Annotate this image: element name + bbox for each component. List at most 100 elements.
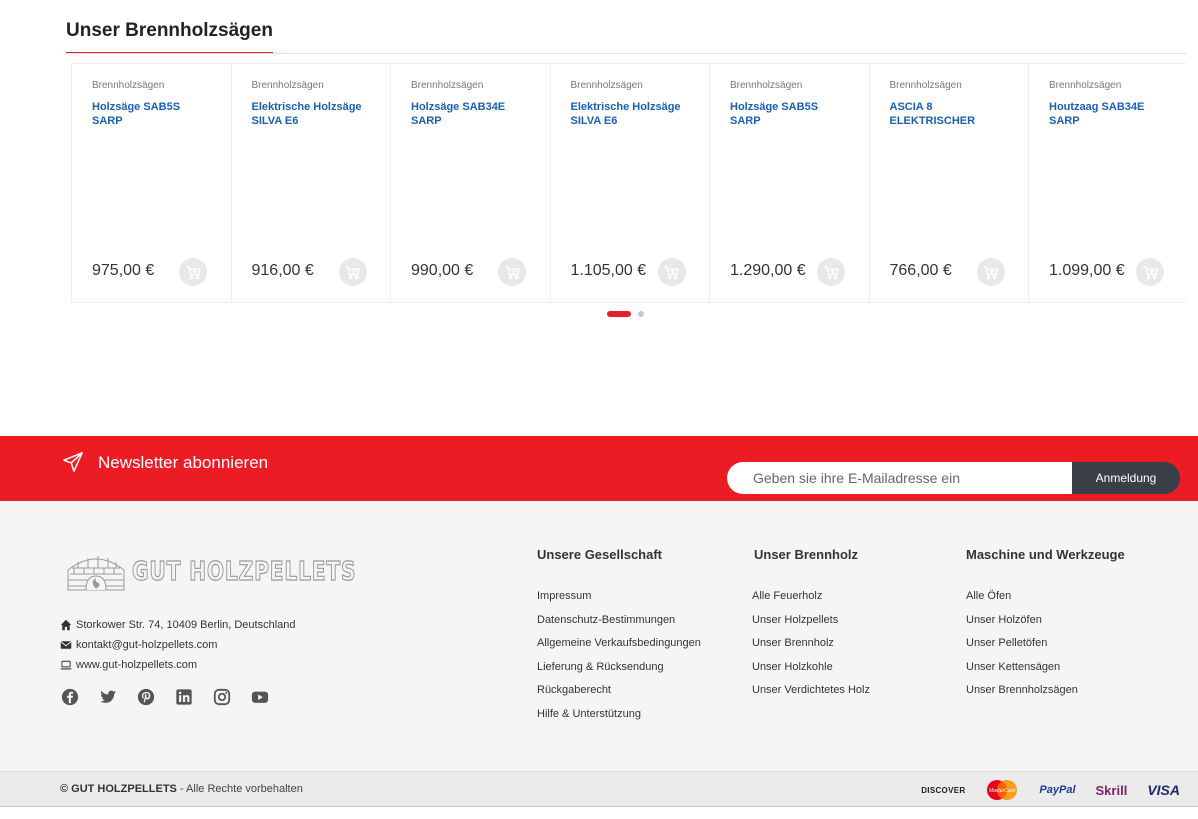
add-to-cart-icon bbox=[185, 265, 201, 279]
home-icon bbox=[60, 619, 72, 631]
footer-link-privacy[interactable]: Datenschutz-Bestimmungen bbox=[537, 609, 701, 633]
facebook-icon[interactable] bbox=[60, 687, 80, 707]
product-title[interactable]: Holzsäge SAB5S SARP bbox=[730, 100, 849, 128]
footer: GUT HOLZPELLETS Storkower Str. 74, 10409… bbox=[0, 501, 1198, 771]
laptop-icon bbox=[60, 660, 72, 670]
add-to-cart-button[interactable] bbox=[1136, 258, 1164, 286]
newsletter-email-input[interactable] bbox=[727, 462, 1072, 494]
footer-column-title: Maschine und Werkzeuge bbox=[966, 547, 1125, 562]
product-card[interactable]: Brennholzsägen ASCIA 8 ELEKTRISCHER 766,00… bbox=[870, 64, 1029, 302]
footer-link-all-firewood[interactable]: Alle Feuerholz bbox=[752, 585, 870, 609]
add-to-cart-button[interactable] bbox=[817, 258, 845, 286]
product-category[interactable]: Brennholzsägen bbox=[92, 80, 211, 92]
carousel-track: Brennholzsägen Holzsäge SAB5S SARP 975,00 … bbox=[72, 64, 1186, 302]
add-to-cart-icon bbox=[504, 265, 520, 279]
paypal-logo: PayPal bbox=[1039, 784, 1076, 796]
product-card[interactable]: Brennholzsägen Holzsäge SAB5S SARP 975,00 … bbox=[72, 64, 232, 302]
newsletter-subscribe-button[interactable]: Anmeldung bbox=[1072, 462, 1180, 494]
add-to-cart-icon bbox=[823, 265, 839, 279]
mastercard-logo: MasterCard bbox=[985, 779, 1019, 801]
payment-methods: DISCOVER MasterCard PayPal Skrill VISA bbox=[921, 779, 1180, 801]
product-price: 1.099,00 € bbox=[1049, 262, 1125, 279]
address-line: Storkower Str. 74, 10409 Berlin, Deutsch… bbox=[60, 615, 296, 635]
footer-link-firewood[interactable]: Unser Brennholz bbox=[752, 632, 870, 656]
footer-link-wood-pellets[interactable]: Unser Holzpellets bbox=[752, 609, 870, 633]
product-title[interactable]: Holzsäge SAB34E SARP bbox=[411, 100, 530, 128]
bottom-bar: © GUT HOLZPELLETS - Alle Rechte vorbehal… bbox=[0, 771, 1198, 807]
product-card[interactable]: Brennholzsägen Holzsäge SAB34E SARP 990,00… bbox=[391, 64, 551, 302]
carousel-pagination bbox=[607, 311, 644, 317]
contact-info: Storkower Str. 74, 10409 Berlin, Deutsch… bbox=[60, 615, 296, 675]
product-title[interactable]: Holzsäge SAB5S SARP bbox=[92, 100, 211, 128]
footer-link-wood-stoves[interactable]: Unser Holzöfen bbox=[966, 609, 1125, 633]
envelope-icon bbox=[60, 641, 72, 649]
footer-link-impressum[interactable]: Impressum bbox=[537, 585, 701, 609]
copyright-rest: - Alle Rechte vorbehalten bbox=[176, 783, 303, 795]
copyright: © GUT HOLZPELLETS - Alle Rechte vorbehal… bbox=[60, 783, 303, 795]
add-to-cart-button[interactable] bbox=[657, 258, 686, 286]
site-logo[interactable]: GUT HOLZPELLETS bbox=[64, 550, 420, 594]
product-category[interactable]: Brennholzsägen bbox=[730, 80, 849, 92]
page: Unser Brennholzsägen Brennholzsägen Holzs… bbox=[0, 0, 1198, 819]
website-text: www.gut-holzpellets.com bbox=[76, 659, 198, 671]
newsletter-form: Anmeldung bbox=[727, 462, 1180, 494]
footer-link-all-stoves[interactable]: Alle Öfen bbox=[966, 585, 1125, 609]
footer-column-company: Unsere Gesellschaft Impressum Datenschut… bbox=[537, 547, 701, 727]
footer-link-returns[interactable]: Rückgaberecht bbox=[537, 679, 701, 703]
section-header: Unser Brennholzsägen bbox=[66, 18, 1186, 54]
product-title[interactable]: Houtzaag SAB34E SARP bbox=[1049, 100, 1168, 128]
add-to-cart-button[interactable] bbox=[338, 258, 367, 286]
email-line[interactable]: kontakt@gut-holzpellets.com bbox=[60, 635, 296, 655]
product-category[interactable]: Brennholzsägen bbox=[890, 80, 1009, 92]
product-category[interactable]: Brennholzsägen bbox=[252, 80, 371, 92]
product-price: 975,00 € bbox=[92, 262, 155, 279]
product-price: 1.105,00 € bbox=[570, 262, 647, 279]
add-to-cart-icon bbox=[664, 265, 679, 279]
youtube-icon[interactable] bbox=[250, 687, 270, 707]
product-card[interactable]: Brennholzsägen Elektrische Holzsäge SILVA… bbox=[551, 64, 710, 302]
website-line[interactable]: www.gut-holzpellets.com bbox=[60, 655, 296, 675]
product-price: 1.290,00 € bbox=[730, 262, 806, 279]
footer-link-shipping[interactable]: Lieferung & Rücksendung bbox=[537, 656, 701, 680]
footer-link-pellet-stoves[interactable]: Unser Pelletöfen bbox=[966, 632, 1125, 656]
footer-link-help[interactable]: Hilfe & Unterstützung bbox=[537, 703, 701, 727]
footer-link-charcoal[interactable]: Unser Holzkohle bbox=[752, 656, 870, 680]
add-to-cart-icon bbox=[1142, 265, 1158, 279]
product-title[interactable]: Elektrische Holzsäge SILVA E6 bbox=[571, 100, 690, 128]
product-category[interactable]: Brennholzsägen bbox=[571, 80, 690, 92]
product-title[interactable]: ASCIA 8 ELEKTRISCHER bbox=[890, 100, 1009, 128]
product-title[interactable]: Elektrische Holzsäge SILVA E6 bbox=[252, 100, 371, 128]
footer-link-firewood-saws[interactable]: Unser Brennholzsägen bbox=[966, 679, 1125, 703]
add-to-cart-button[interactable] bbox=[976, 258, 1005, 286]
footer-link-terms[interactable]: Allgemeine Verkaufsbedingungen bbox=[537, 632, 701, 656]
copyright-brand: © GUT HOLZPELLETS bbox=[60, 783, 177, 795]
add-to-cart-button[interactable] bbox=[179, 258, 207, 286]
linkedin-icon[interactable] bbox=[174, 687, 194, 707]
footer-column-title: Unser Brennholz bbox=[754, 547, 859, 562]
carousel-dot-2[interactable] bbox=[638, 311, 644, 317]
footer-column-title: Unsere Gesellschaft bbox=[537, 547, 663, 562]
product-card[interactable]: Brennholzsägen Houtzaag SAB34E SARP 1.099,… bbox=[1029, 64, 1186, 302]
add-to-cart-button[interactable] bbox=[498, 258, 526, 286]
product-card[interactable]: Brennholzsägen Holzsäge SAB5S SARP 1.290,0… bbox=[710, 64, 870, 302]
product-price: 916,00 € bbox=[251, 262, 314, 279]
footer-link-chainsaws[interactable]: Unser Kettensägen bbox=[966, 656, 1125, 680]
carousel-dot-1[interactable] bbox=[607, 311, 631, 317]
instagram-icon[interactable] bbox=[212, 687, 232, 707]
add-to-cart-icon bbox=[345, 265, 360, 279]
product-category[interactable]: Brennholzsägen bbox=[1049, 80, 1168, 92]
product-card[interactable]: Brennholzsägen Elektrische Holzsäge SILVA… bbox=[232, 64, 391, 302]
product-category[interactable]: Brennholzsägen bbox=[411, 80, 530, 92]
visa-logo: VISA bbox=[1147, 782, 1180, 798]
address-text: Storkower Str. 74, 10409 Berlin, Deutsch… bbox=[76, 619, 296, 631]
newsletter-title: Newsletter abonnieren bbox=[98, 453, 269, 472]
skrill-logo: Skrill bbox=[1095, 782, 1128, 798]
social-links bbox=[60, 687, 270, 707]
product-carousel[interactable]: Brennholzsägen Holzsäge SAB5S SARP 975,00 … bbox=[71, 63, 1186, 303]
logo-text: GUT HOLZPELLETS bbox=[132, 556, 357, 587]
twitter-icon[interactable] bbox=[98, 687, 118, 707]
pinterest-icon[interactable] bbox=[136, 687, 156, 707]
product-price: 990,00 € bbox=[411, 262, 474, 279]
add-to-cart-icon bbox=[983, 265, 998, 279]
footer-link-compressed-wood[interactable]: Unser Verdichtetes Holz bbox=[752, 679, 870, 703]
